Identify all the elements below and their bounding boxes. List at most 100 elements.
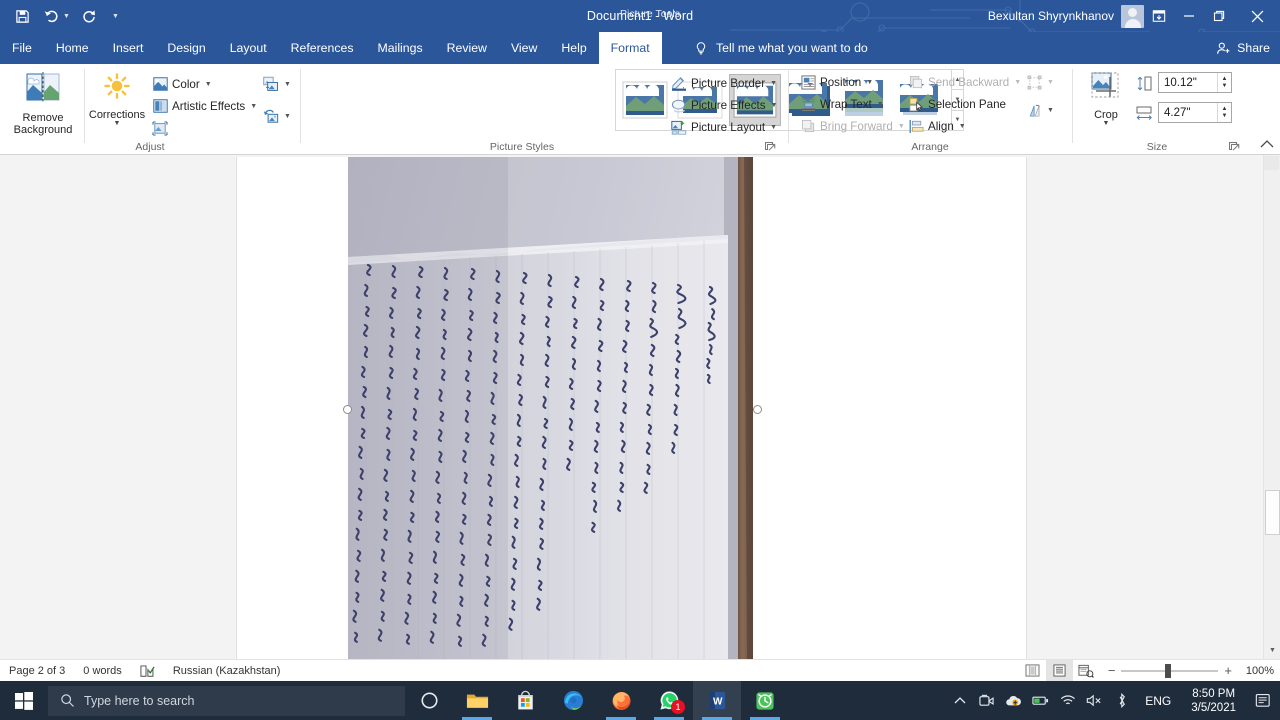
send-backward-button[interactable]: Send Backward ▼ <box>908 72 1021 92</box>
word-count[interactable]: 0 words <box>74 660 131 682</box>
transparency-button[interactable] <box>152 118 168 138</box>
left-middle-handle[interactable] <box>343 405 352 414</box>
microsoft-store-icon[interactable] <box>501 681 549 720</box>
print-layout-view-button[interactable] <box>1045 659 1073 682</box>
tab-mailings[interactable]: Mailings <box>366 32 435 64</box>
bring-forward-button[interactable]: Bring Forward ▼ <box>800 116 905 136</box>
zoom-in-button[interactable]: + <box>1224 663 1232 678</box>
alarm-clock-icon[interactable] <box>741 681 789 720</box>
search-input[interactable]: Type here to search <box>48 685 405 716</box>
minimize-button[interactable] <box>1174 0 1204 32</box>
shape-width-stepper[interactable]: ▲ ▼ <box>1217 103 1231 122</box>
word-icon[interactable]: W <box>693 681 741 720</box>
microsoft-edge-icon[interactable] <box>549 681 597 720</box>
volume-muted-icon[interactable] <box>1081 681 1108 720</box>
tab-format[interactable]: Format <box>598 32 662 64</box>
scroll-down-icon[interactable]: ▼ <box>1264 642 1280 659</box>
vertical-scrollbar[interactable]: ▲ ▼ <box>1263 155 1280 659</box>
zoom-slider-thumb[interactable] <box>1165 663 1172 678</box>
proofing-errors-icon[interactable] <box>131 660 164 682</box>
close-button[interactable] <box>1234 0 1280 32</box>
size-dialog-launcher[interactable] <box>1229 142 1240 153</box>
color-dropdown-caret[interactable]: ▼ <box>205 81 212 88</box>
customize-quick-access-icon[interactable]: ▼ <box>112 13 119 20</box>
read-mode-view-button[interactable] <box>1019 660 1046 682</box>
tab-file[interactable]: File <box>0 32 44 64</box>
corrections-button[interactable]: Corrections ▼ <box>88 72 146 127</box>
action-center-icon[interactable] <box>1246 681 1280 720</box>
compress-pictures-dropdown-caret[interactable]: ▼ <box>284 81 291 88</box>
show-hidden-icons-chevron[interactable] <box>946 681 973 720</box>
wrap-text-button[interactable]: Wrap Text ▼ <box>800 94 884 114</box>
network-icon[interactable] <box>1054 681 1081 720</box>
collapse-ribbon-icon[interactable] <box>1260 139 1274 152</box>
group-objects-button[interactable]: ▼ <box>1026 72 1054 92</box>
file-explorer-icon[interactable] <box>453 681 501 720</box>
whatsapp-icon[interactable]: 1 <box>645 681 693 720</box>
redo-icon[interactable] <box>81 8 98 25</box>
corrections-dropdown-caret[interactable]: ▼ <box>114 120 121 127</box>
picture-border-button[interactable]: Picture Border ▼ <box>671 73 777 93</box>
picture-layout-button[interactable]: Picture Layout ▼ <box>671 117 777 137</box>
shape-height-stepper[interactable]: ▲ ▼ <box>1217 73 1231 92</box>
group-dropdown-caret[interactable]: ▼ <box>1047 79 1054 86</box>
reset-picture-dropdown-caret[interactable]: ▼ <box>284 113 291 120</box>
onedrive-icon[interactable] <box>1000 681 1027 720</box>
tab-help[interactable]: Help <box>549 32 598 64</box>
artistic-effects-dropdown-caret[interactable]: ▼ <box>250 103 257 110</box>
split-window-handle[interactable] <box>1264 156 1279 170</box>
rotate-button[interactable]: ▼ <box>1026 100 1054 120</box>
reset-picture-button[interactable]: ▼ <box>263 106 291 126</box>
scrollbar-thumb[interactable] <box>1265 490 1280 535</box>
picture-styles-dialog-launcher[interactable] <box>765 142 776 153</box>
undo-dropdown-caret[interactable]: ▼ <box>63 13 70 20</box>
undo-icon[interactable] <box>42 8 59 25</box>
document-page[interactable] <box>236 157 1027 659</box>
start-button[interactable] <box>0 681 48 720</box>
compress-pictures-button[interactable]: ▼ <box>263 74 291 94</box>
page-indicator[interactable]: Page 2 of 3 <box>0 660 74 682</box>
tab-home[interactable]: Home <box>44 32 101 64</box>
position-dropdown-caret[interactable]: ▼ <box>866 79 873 86</box>
position-button[interactable]: Position ▼ <box>800 72 873 92</box>
tell-me-search[interactable]: Tell me what you want to do <box>694 32 868 64</box>
tab-insert[interactable]: Insert <box>101 32 156 64</box>
language-indicator[interactable]: Russian (Kazakhstan) <box>164 660 290 682</box>
crop-dropdown-caret[interactable]: ▼ <box>1103 120 1110 127</box>
tab-layout[interactable]: Layout <box>218 32 279 64</box>
cortana-icon[interactable] <box>405 681 453 720</box>
right-middle-handle[interactable] <box>753 405 762 414</box>
battery-icon[interactable] <box>1027 681 1054 720</box>
tab-design[interactable]: Design <box>155 32 217 64</box>
zoom-out-button[interactable]: − <box>1108 663 1116 678</box>
picture-style-item-1[interactable] <box>619 74 671 126</box>
share-button[interactable]: Share <box>1216 32 1270 64</box>
shape-width-field[interactable]: 4.27" ▲ ▼ <box>1158 102 1232 123</box>
color-button[interactable]: Color ▼ <box>152 74 212 94</box>
artistic-effects-button[interactable]: Artistic Effects ▼ <box>152 96 257 116</box>
web-layout-view-button[interactable] <box>1073 660 1100 682</box>
bring-forward-dropdown-caret[interactable]: ▼ <box>898 123 905 130</box>
document-canvas[interactable] <box>0 155 1280 659</box>
picture-effects-button[interactable]: Picture Effects ▼ <box>671 95 777 115</box>
zoom-control[interactable]: − + <box>1100 663 1240 678</box>
ribbon-display-options-icon[interactable] <box>1144 0 1174 32</box>
rotate-dropdown-caret[interactable]: ▼ <box>1047 107 1054 114</box>
selection-pane-button[interactable]: Selection Pane <box>908 94 1006 114</box>
zoom-slider[interactable] <box>1121 663 1219 678</box>
send-backward-dropdown-caret[interactable]: ▼ <box>1014 79 1021 86</box>
tab-view[interactable]: View <box>499 32 549 64</box>
picture-border-dropdown-caret[interactable]: ▼ <box>770 80 777 87</box>
tab-references[interactable]: References <box>279 32 366 64</box>
input-language-indicator[interactable]: ENG <box>1135 694 1181 708</box>
inserted-photograph[interactable] <box>348 157 753 659</box>
align-dropdown-caret[interactable]: ▼ <box>959 123 966 130</box>
align-button[interactable]: Align ▼ <box>908 116 966 136</box>
picture-effects-dropdown-caret[interactable]: ▼ <box>771 102 778 109</box>
avatar[interactable] <box>1121 4 1144 28</box>
zoom-level[interactable]: 100% <box>1240 665 1280 677</box>
wrap-text-dropdown-caret[interactable]: ▼ <box>877 101 884 108</box>
remove-background-button[interactable]: Remove Background <box>10 72 76 137</box>
camera-icon[interactable] <box>973 681 1000 720</box>
tab-review[interactable]: Review <box>435 32 499 64</box>
